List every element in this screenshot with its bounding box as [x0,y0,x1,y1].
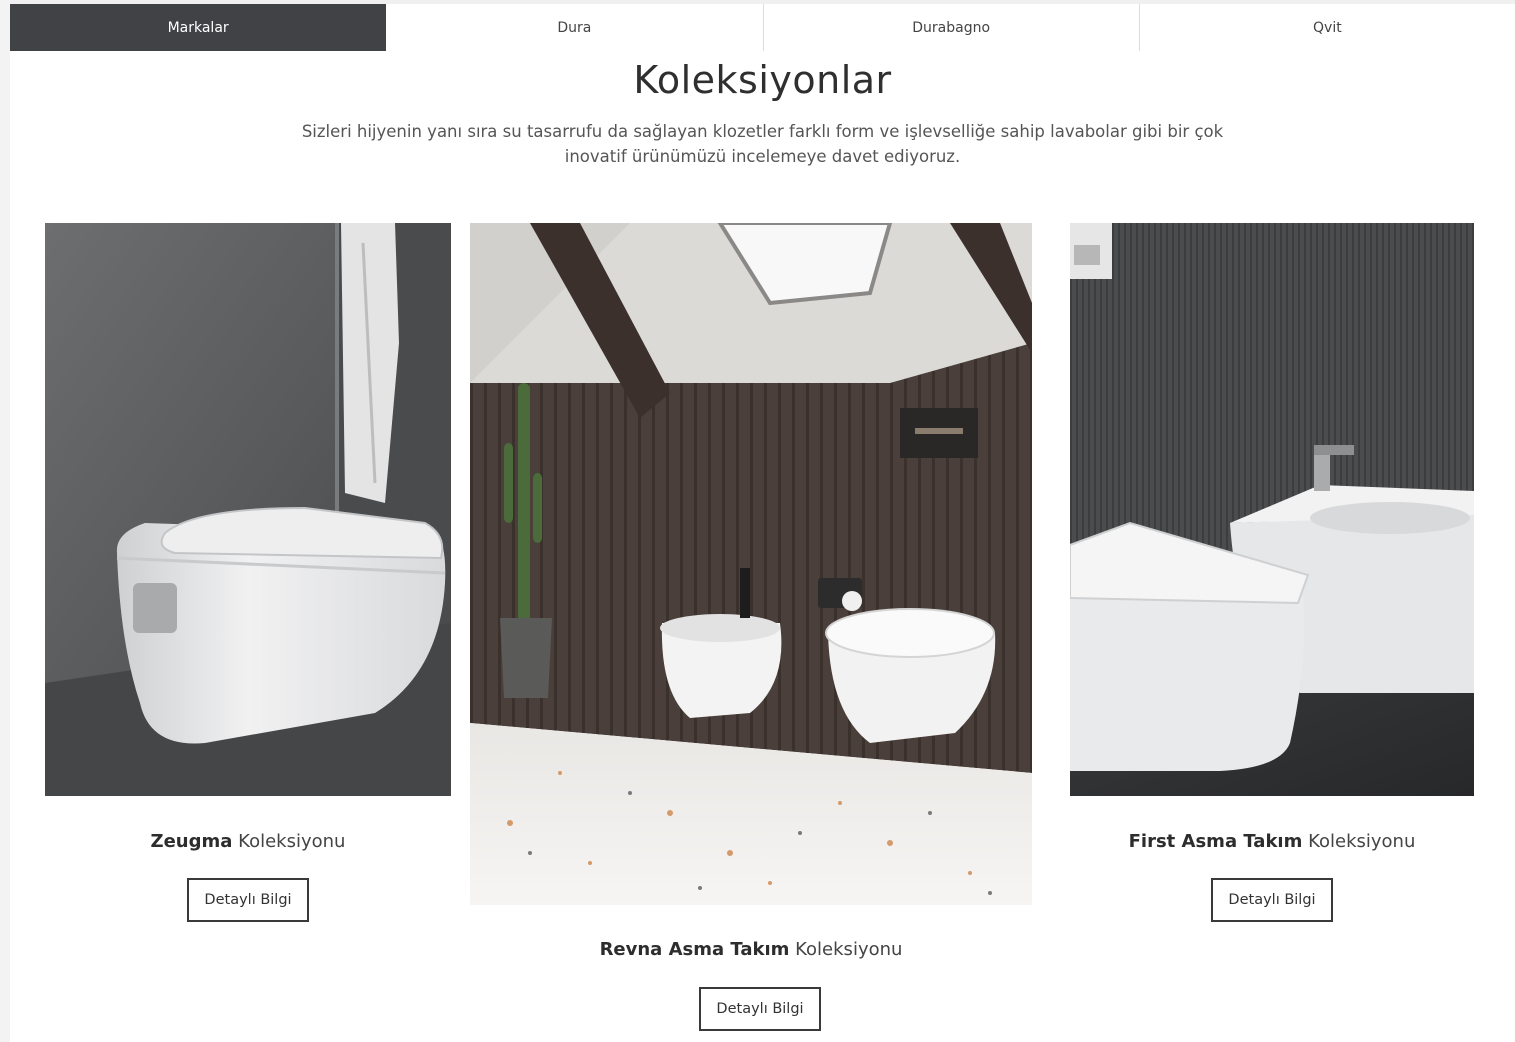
tab-markalar[interactable]: Markalar [10,4,387,51]
collection-suffix: Koleksiyonu [795,939,903,960]
first-asma-takim-caption: First Asma Takım Koleksiyonu [1070,831,1474,852]
collection-suffix: Koleksiyonu [238,831,346,852]
first-asma-takim-collection-image[interactable] [1070,223,1474,796]
zeugma-details-button[interactable]: Detaylı Bilgi [187,878,309,922]
collection-name: Zeugma [150,831,233,852]
page: Markalar Dura Durabagno Qvit Koleksiyonl… [10,0,1515,1042]
collection-suffix: Koleksiyonu [1308,831,1416,852]
brand-tabs: Markalar Dura Durabagno Qvit [10,4,1515,51]
tab-qvit[interactable]: Qvit [1138,4,1515,51]
tab-dura[interactable]: Dura [386,4,763,51]
tab-durabagno[interactable]: Durabagno [762,4,1139,51]
zeugma-collection-image[interactable] [45,223,451,796]
collection-name: Revna Asma Takım [599,939,790,960]
zeugma-caption: Zeugma Koleksiyonu [45,831,451,852]
revna-details-button[interactable]: Detaylı Bilgi [699,987,821,1031]
first-asma-takim-details-button[interactable]: Detaylı Bilgi [1211,878,1333,922]
revna-caption: Revna Asma Takım Koleksiyonu [470,939,1032,960]
section-description: Sizleri hijyenin yanı sıra su tasarrufu … [301,122,1224,166]
section-title: Koleksiyonlar [633,58,892,102]
revna-collection-image[interactable] [470,223,1032,905]
collection-name: First Asma Takım [1128,831,1303,852]
